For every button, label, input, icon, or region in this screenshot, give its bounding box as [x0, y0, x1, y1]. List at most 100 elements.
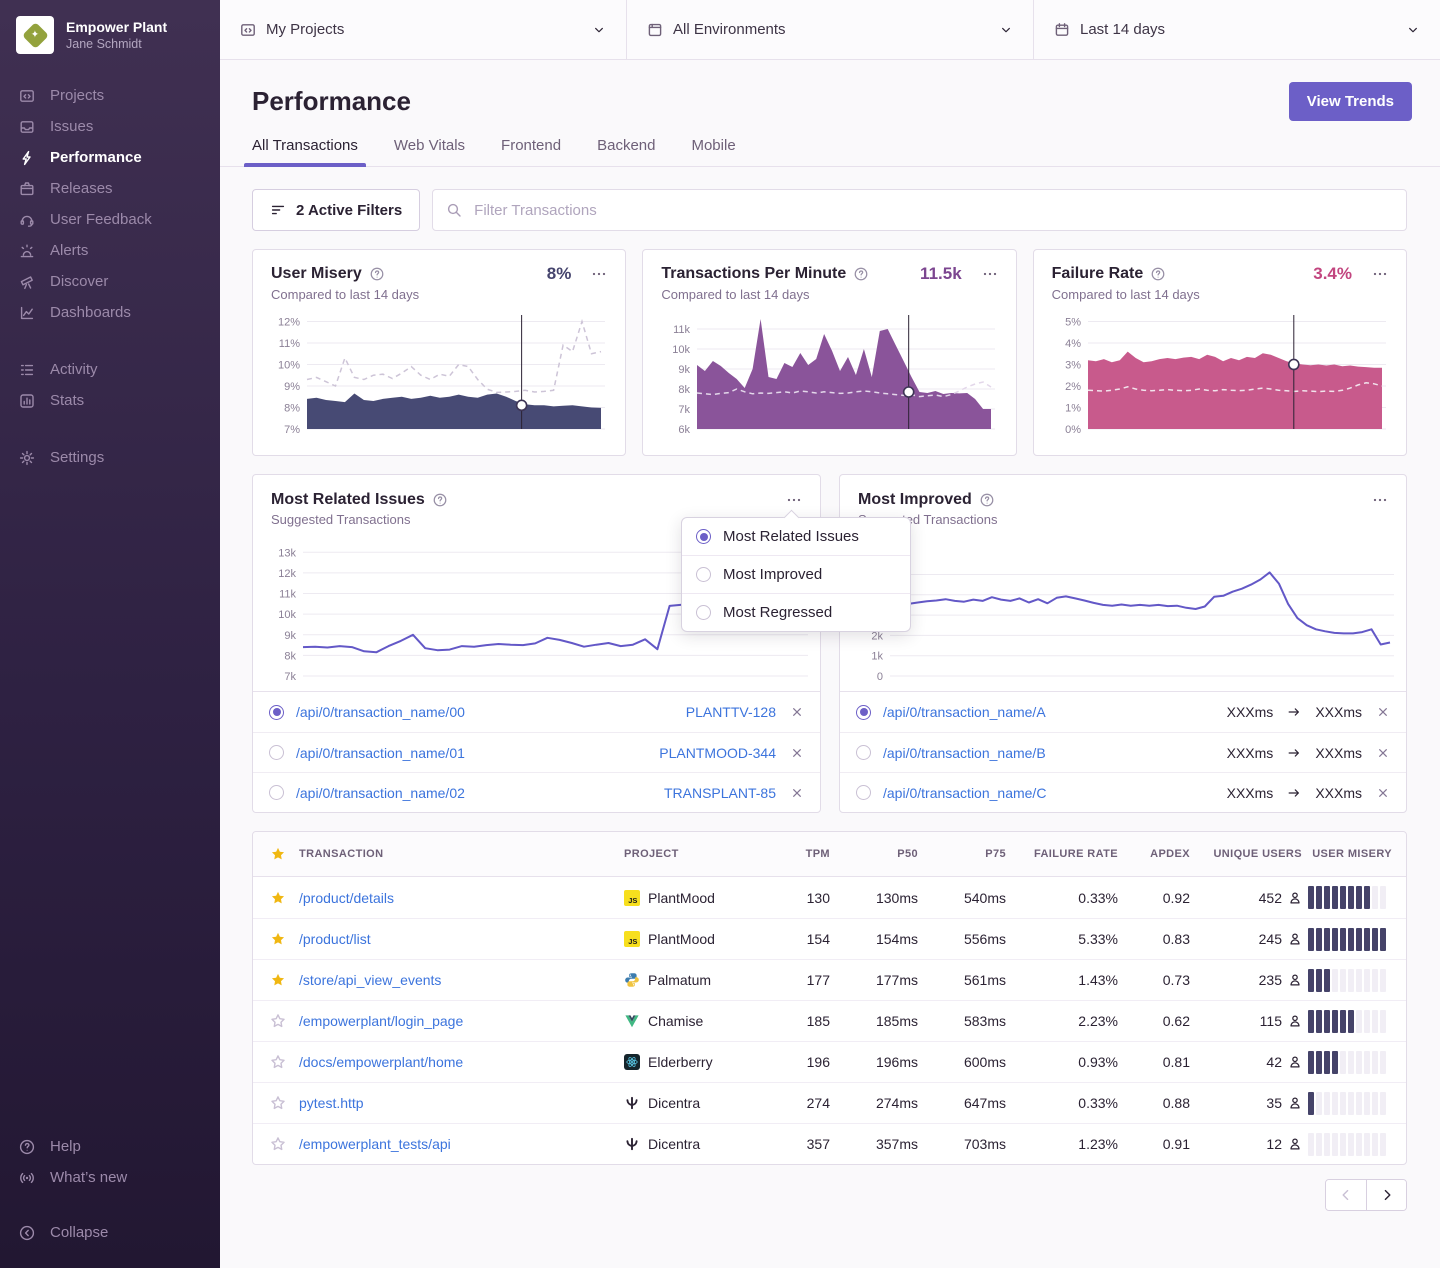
card-options-button[interactable] — [1372, 492, 1388, 508]
close-icon[interactable] — [790, 705, 804, 719]
column-header-tpm[interactable]: TPM — [766, 848, 830, 860]
radio-icon — [696, 529, 711, 544]
sidebar-item-stats[interactable]: Stats — [0, 385, 220, 416]
close-icon[interactable] — [1376, 705, 1390, 719]
transactions-table: TRANSACTIONPROJECTTPMP50P75FAILURE RATEA… — [252, 831, 1407, 1165]
close-icon[interactable] — [1376, 746, 1390, 760]
tab-backend[interactable]: Backend — [597, 137, 655, 166]
transaction-link[interactable]: /api/0/transaction_name/00 — [296, 704, 465, 720]
column-header-user-misery[interactable]: USER MISERY — [1302, 848, 1406, 860]
failure-rate-cell: 0.33% — [1006, 890, 1118, 906]
menu-item-most-improved[interactable]: Most Improved — [682, 555, 910, 593]
help-icon[interactable] — [1151, 267, 1165, 281]
tpm-cell: 185 — [766, 1013, 830, 1029]
card-options-button[interactable] — [982, 266, 998, 282]
help-icon[interactable] — [854, 267, 868, 281]
tab-frontend[interactable]: Frontend — [501, 137, 561, 166]
transaction-link[interactable]: pytest.http — [299, 1095, 364, 1111]
misery-segment — [1340, 1133, 1346, 1156]
transaction-link[interactable]: /store/api_view_events — [299, 972, 441, 988]
star-icon[interactable] — [270, 931, 286, 947]
star-icon[interactable] — [270, 1054, 286, 1070]
star-icon — [270, 846, 286, 862]
radio-icon[interactable] — [856, 785, 871, 800]
tab-mobile[interactable]: Mobile — [691, 137, 735, 166]
sidebar-item-alerts[interactable]: Alerts — [0, 235, 220, 266]
org-switcher[interactable]: ✦ Empower Plant Jane Schmidt — [0, 16, 220, 80]
sidebar-collapse-button[interactable]: Collapse — [0, 1217, 220, 1248]
issue-link[interactable]: PLANTTV-128 — [686, 704, 776, 720]
transaction-link[interactable]: /api/0/transaction_name/01 — [296, 745, 465, 761]
failure-rate-cell: 2.23% — [1006, 1013, 1118, 1029]
column-header-transaction[interactable]: TRANSACTION — [299, 848, 624, 860]
card-options-button[interactable] — [786, 492, 802, 508]
transaction-link[interactable]: /api/0/transaction_name/B — [883, 745, 1046, 761]
next-page-button[interactable] — [1366, 1180, 1406, 1210]
sidebar-item-performance[interactable]: Performance — [0, 142, 220, 173]
radio-icon[interactable] — [856, 705, 871, 720]
transaction-link[interactable]: /empowerplant/login_page — [299, 1013, 463, 1029]
sidebar-item-help[interactable]: Help — [0, 1131, 220, 1162]
search-input[interactable] — [472, 201, 1393, 220]
sidebar-item-dashboards[interactable]: Dashboards — [0, 297, 220, 328]
sidebar-item-settings[interactable]: Settings — [0, 442, 220, 473]
sidebar-item-activity[interactable]: Activity — [0, 354, 220, 385]
column-header-apdex[interactable]: APDEX — [1118, 848, 1190, 860]
filter-bar: 2 Active Filters — [252, 189, 1407, 231]
card-options-button[interactable] — [591, 266, 607, 282]
transaction-link[interactable]: /api/0/transaction_name/02 — [296, 785, 465, 801]
failure-rate-cell: 1.43% — [1006, 972, 1118, 988]
close-icon[interactable] — [1376, 786, 1390, 800]
transaction-link[interactable]: /empowerplant_tests/api — [299, 1136, 451, 1152]
svg-text:12k: 12k — [278, 568, 296, 580]
help-icon[interactable] — [370, 267, 384, 281]
help-icon[interactable] — [433, 493, 447, 507]
tab-all-transactions[interactable]: All Transactions — [252, 137, 358, 166]
column-header-failure-rate[interactable]: FAILURE RATE — [1006, 848, 1118, 860]
misery-segment — [1332, 1133, 1338, 1156]
menu-item-most-regressed[interactable]: Most Regressed — [682, 593, 910, 631]
star-icon[interactable] — [270, 1095, 286, 1111]
transaction-link[interactable]: /api/0/transaction_name/C — [883, 785, 1046, 801]
issue-link[interactable]: PLANTMOOD-344 — [659, 745, 776, 761]
radio-icon[interactable] — [856, 745, 871, 760]
environment-filter-dropdown[interactable]: All Environments — [626, 0, 1033, 59]
tab-web-vitals[interactable]: Web Vitals — [394, 137, 465, 166]
active-filters-button[interactable]: 2 Active Filters — [252, 189, 420, 231]
close-icon[interactable] — [790, 746, 804, 760]
date-range-dropdown[interactable]: Last 14 days — [1033, 0, 1440, 59]
help-icon[interactable] — [980, 493, 994, 507]
sidebar-item-user-feedback[interactable]: User Feedback — [0, 204, 220, 235]
sidebar-item-releases[interactable]: Releases — [0, 173, 220, 204]
sidebar-item-issues[interactable]: Issues — [0, 111, 220, 142]
sidebar-item-discover[interactable]: Discover — [0, 266, 220, 297]
previous-page-button[interactable] — [1326, 1180, 1366, 1210]
radio-icon[interactable] — [269, 705, 284, 720]
column-header-project[interactable]: PROJECT — [624, 848, 766, 860]
menu-item-most-related-issues[interactable]: Most Related Issues — [682, 518, 910, 555]
sidebar-item-what-s-new[interactable]: What’s new — [0, 1162, 220, 1193]
radio-icon[interactable] — [269, 785, 284, 800]
transaction-link[interactable]: /api/0/transaction_name/A — [883, 704, 1046, 720]
column-header-unique-users[interactable]: UNIQUE USERS — [1190, 848, 1302, 860]
p75-cell: 583ms — [918, 1013, 1006, 1029]
svg-text:10k: 10k — [278, 609, 296, 621]
transaction-link[interactable]: /product/details — [299, 890, 394, 906]
column-header-p50[interactable]: P50 — [830, 848, 918, 860]
view-trends-button[interactable]: View Trends — [1289, 82, 1412, 121]
misery-segment — [1364, 1092, 1370, 1115]
project-filter-dropdown[interactable]: My Projects — [220, 0, 626, 59]
sidebar-item-projects[interactable]: Projects — [0, 80, 220, 111]
star-icon[interactable] — [270, 1136, 286, 1152]
user-misery-bar — [1302, 928, 1406, 951]
star-icon[interactable] — [270, 972, 286, 988]
radio-icon[interactable] — [269, 745, 284, 760]
star-icon[interactable] — [270, 890, 286, 906]
issue-link[interactable]: TRANSPLANT-85 — [664, 785, 776, 801]
transaction-link[interactable]: /product/list — [299, 931, 371, 947]
column-header-p75[interactable]: P75 — [918, 848, 1006, 860]
star-icon[interactable] — [270, 1013, 286, 1029]
card-options-button[interactable] — [1372, 266, 1388, 282]
close-icon[interactable] — [790, 786, 804, 800]
transaction-link[interactable]: /docs/empowerplant/home — [299, 1054, 463, 1070]
